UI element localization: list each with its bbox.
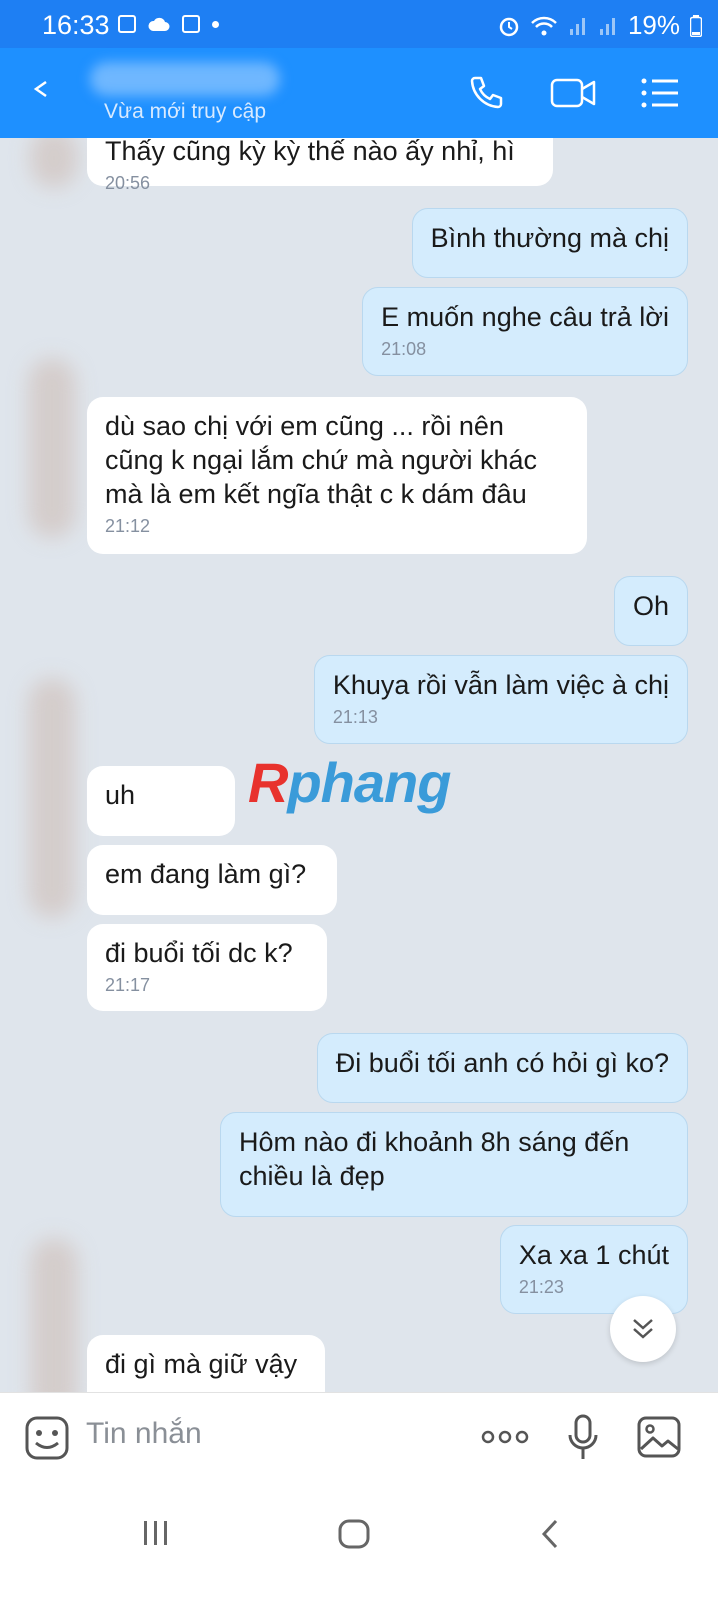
- incoming-message[interactable]: uh: [87, 766, 235, 836]
- message-time: 21:08: [381, 339, 427, 359]
- microphone-icon[interactable]: [566, 1413, 600, 1463]
- incoming-message[interactable]: dù sao chị với em cũng ... rồi nên cũng …: [87, 397, 587, 554]
- recent-apps-icon[interactable]: [140, 1518, 172, 1548]
- video-call-icon[interactable]: [550, 74, 596, 112]
- image-icon[interactable]: [636, 1415, 682, 1459]
- message-text: đi gì mà giữ vậy: [105, 1349, 298, 1379]
- back-icon[interactable]: [30, 78, 52, 100]
- watermark-first: R: [248, 751, 288, 814]
- message-list[interactable]: Thấy cũng kỳ kỳ thế nào ấy nhỉ, hì 20:56…: [0, 138, 718, 1420]
- incoming-message[interactable]: Thấy cũng kỳ kỳ thế nào ấy nhỉ, hì 20:56: [87, 138, 553, 193]
- last-seen-status: Vừa mới truy cập: [104, 100, 267, 123]
- more-notifications-dot: [212, 20, 219, 28]
- avatar: [30, 1238, 78, 1418]
- sticker-icon[interactable]: [24, 1415, 70, 1461]
- back-nav-icon[interactable]: [538, 1518, 562, 1550]
- status-bar: 16:33 19%: [0, 0, 718, 48]
- message-time: 21:12: [105, 516, 151, 536]
- app-notification-icon: [182, 15, 200, 33]
- message-text: Xa xa 1 chút: [518, 1240, 669, 1270]
- message-text: Đi buổi tối anh có hỏi gì ko?: [335, 1048, 669, 1078]
- incoming-message[interactable]: đi buổi tối dc k? 21:17: [87, 924, 327, 1011]
- message-time: 21:13: [332, 707, 378, 727]
- message-text: Bình thường mà chị: [430, 223, 669, 253]
- contact-name-blurred[interactable]: [90, 62, 280, 96]
- watermark-logo: Rphang: [248, 750, 451, 815]
- system-navigation-bar: [0, 1482, 718, 1600]
- incoming-message[interactable]: em đang làm gì?: [87, 845, 337, 915]
- menu-list-icon[interactable]: [640, 74, 680, 112]
- watermark-rest: phang: [287, 751, 451, 814]
- alarm-icon: [499, 17, 519, 36]
- outgoing-message[interactable]: Đi buổi tối anh có hỏi gì ko?: [316, 1033, 688, 1103]
- scroll-down-icon: [633, 1319, 653, 1339]
- message-text: em đang làm gì?: [105, 859, 307, 889]
- signal-icon-2: [599, 17, 615, 35]
- message-text: uh: [105, 780, 136, 810]
- message-text: E muốn nghe câu trả lời: [381, 302, 669, 332]
- message-input[interactable]: Tin nhắn: [86, 1417, 202, 1451]
- battery-icon: [690, 14, 702, 37]
- notification-icons: [118, 15, 219, 33]
- message-input-bar: Tin nhắn: [0, 1392, 718, 1483]
- system-icons: 19%: [498, 10, 702, 41]
- message-time: 21:17: [105, 975, 151, 995]
- status-time: 16:33: [42, 10, 110, 40]
- gallery-notification-icon: [118, 15, 136, 33]
- message-text: Thấy cũng kỳ kỳ thế nào ấy nhỉ, hì: [105, 138, 515, 166]
- scroll-down-button[interactable]: [610, 1296, 676, 1362]
- avatar: [28, 358, 76, 538]
- battery-percent: 19%: [627, 10, 680, 40]
- outgoing-message[interactable]: Bình thường mà chị: [411, 208, 688, 278]
- avatar: [28, 678, 76, 918]
- more-icon[interactable]: [480, 1427, 530, 1447]
- outgoing-message[interactable]: E muốn nghe câu trả lời 21:08: [362, 287, 688, 376]
- avatar: [30, 138, 78, 188]
- outgoing-message[interactable]: Oh: [613, 576, 688, 646]
- message-text: đi buổi tối dc k?: [105, 938, 293, 968]
- cloud-notification-icon: [148, 17, 170, 31]
- outgoing-message[interactable]: Khuya rồi vẫn làm việc à chị 21:13: [313, 655, 688, 744]
- signal-icon: [569, 17, 585, 35]
- phone-icon[interactable]: [466, 74, 504, 112]
- home-icon[interactable]: [337, 1518, 371, 1550]
- outgoing-message[interactable]: Hôm nào đi khoảnh 8h sáng đến chiều là đ…: [220, 1112, 688, 1217]
- message-time: 20:56: [105, 173, 151, 193]
- message-time: 21:23: [518, 1277, 564, 1297]
- message-text: Oh: [632, 591, 669, 621]
- wifi-icon: [531, 16, 557, 35]
- message-text: Hôm nào đi khoảnh 8h sáng đến chiều là đ…: [239, 1127, 630, 1191]
- message-text: Khuya rồi vẫn làm việc à chị: [332, 670, 669, 700]
- message-text: dù sao chị với em cũng ... rồi nên cũng …: [105, 411, 538, 509]
- chat-header: Vừa mới truy cập: [0, 48, 718, 138]
